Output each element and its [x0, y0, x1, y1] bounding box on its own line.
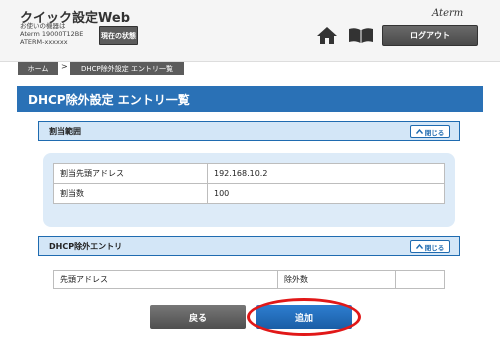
highlight-ring: [247, 298, 361, 336]
table-row: 割当先頭アドレス 192.168.10.2: [53, 163, 445, 184]
entry-table: 先頭アドレス 除外数: [53, 270, 445, 289]
range-table: 割当先頭アドレス 192.168.10.2 割当数 100: [53, 163, 445, 204]
range-collapse-label: 閉じる: [424, 128, 445, 137]
chevron-up-icon: [415, 244, 423, 249]
table-row: 割当数 100: [53, 183, 445, 204]
column-header-exclude-count: 除外数: [277, 270, 396, 289]
breadcrumb-separator: >: [61, 62, 68, 71]
entry-section-header: DHCP除外エントリ 閉じる: [38, 236, 460, 256]
entry-collapse-button[interactable]: 閉じる: [410, 240, 450, 253]
chevron-up-icon: [415, 129, 423, 134]
page-title: DHCP除外設定 エントリ一覧: [17, 86, 483, 112]
back-button[interactable]: 戻る: [150, 305, 246, 329]
entry-collapse-label: 閉じる: [424, 243, 445, 252]
range-section-title: 割当範囲: [49, 126, 81, 136]
logout-button[interactable]: ログアウト: [382, 25, 478, 46]
device-id: ATERM-xxxxxx: [20, 38, 68, 47]
range-count-value: 100: [207, 183, 445, 204]
column-header-start-address: 先頭アドレス: [53, 270, 278, 289]
breadcrumb-current: DHCP除外設定 エントリ一覧: [70, 62, 184, 75]
range-count-label: 割当数: [53, 183, 208, 204]
range-section-header: 割当範囲 閉じる: [38, 121, 460, 141]
device-info: お使いの機器は Aterm 19000T12BE ATERM-xxxxxx: [20, 22, 83, 47]
device-label: お使いの機器は: [20, 22, 66, 30]
range-start-value: 192.168.10.2: [207, 163, 445, 184]
home-icon[interactable]: [316, 26, 338, 45]
table-header-row: 先頭アドレス 除外数: [53, 270, 445, 289]
column-header-action: [395, 270, 445, 289]
range-collapse-button[interactable]: 閉じる: [410, 125, 450, 138]
current-status-button[interactable]: 現在の状態: [99, 26, 138, 45]
header-bar: クイック設定Web お使いの機器は Aterm 19000T12BE ATERM…: [0, 0, 500, 62]
range-start-label: 割当先頭アドレス: [53, 163, 208, 184]
device-model: Aterm 19000T12BE: [20, 30, 84, 39]
book-icon[interactable]: [348, 27, 374, 44]
breadcrumb-home[interactable]: ホーム: [18, 62, 58, 75]
brand-logo: Aterm: [432, 8, 464, 19]
entry-section-title: DHCP除外エントリ: [49, 241, 123, 251]
